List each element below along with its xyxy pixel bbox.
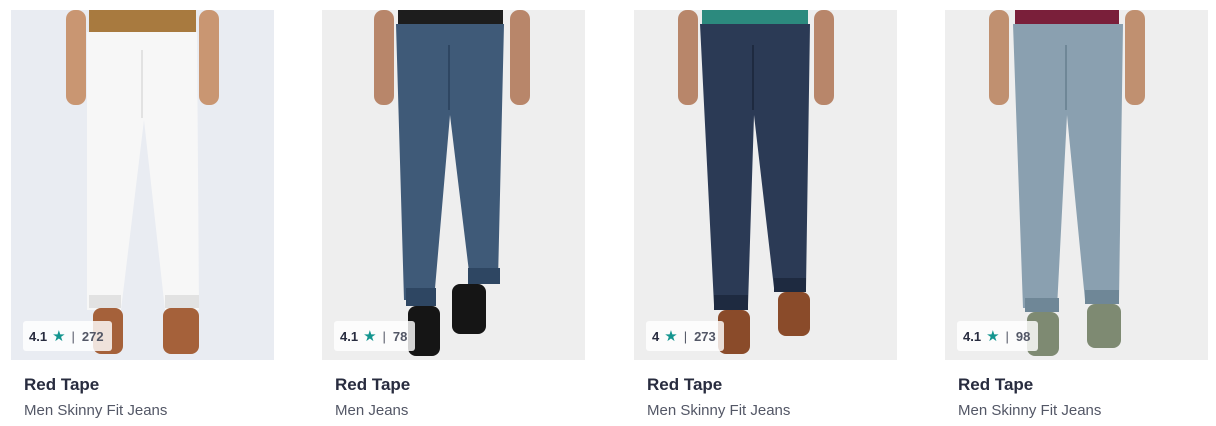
product-brand[interactable]: Red Tape (647, 375, 722, 395)
product-image[interactable] (322, 10, 585, 360)
rating-divider: | (1005, 328, 1009, 344)
jeans-image (945, 10, 1208, 360)
product-image[interactable] (634, 10, 897, 360)
product-name[interactable]: Men Skinny Fit Jeans (647, 402, 790, 419)
product-brand[interactable]: Red Tape (24, 375, 99, 395)
product-card[interactable]: 4 ★ | 273 Red Tape Men Skinny Fit Jeans (634, 10, 897, 426)
star-icon: ★ (986, 327, 1000, 345)
product-card[interactable]: 4.1 ★ | 98 Red Tape Men Skinny Fit Jeans (945, 10, 1208, 426)
rating-value: 4.1 (963, 328, 982, 344)
rating-count: 273 (694, 328, 716, 344)
product-name[interactable]: Men Jeans (335, 402, 408, 419)
product-card[interactable]: 4.1 ★ | 272 Red Tape Men Skinny Fit Jean… (11, 10, 274, 426)
rating-value: 4.1 (29, 328, 48, 344)
rating-badge: 4.1 ★ | 272 (23, 321, 112, 351)
rating-badge: 4 ★ | 273 (646, 321, 724, 351)
jeans-image (634, 10, 897, 360)
jeans-image (322, 10, 585, 360)
jeans-image (11, 10, 274, 360)
product-card[interactable]: 4.1 ★ | 78 Red Tape Men Jeans (322, 10, 585, 426)
rating-badge: 4.1 ★ | 78 (334, 321, 416, 351)
star-icon: ★ (363, 327, 377, 345)
rating-value: 4 (652, 328, 660, 344)
rating-count: 272 (81, 328, 104, 344)
rating-count: 98 (1015, 328, 1031, 344)
rating-divider: | (71, 328, 75, 344)
star-icon: ★ (52, 327, 66, 345)
product-image[interactable] (11, 10, 274, 360)
product-name[interactable]: Men Skinny Fit Jeans (24, 402, 167, 419)
product-name[interactable]: Men Skinny Fit Jeans (958, 402, 1101, 419)
product-image[interactable] (945, 10, 1208, 360)
rating-count: 78 (392, 328, 408, 344)
rating-value: 4.1 (340, 328, 359, 344)
rating-badge: 4.1 ★ | 98 (957, 321, 1039, 351)
rating-divider: | (683, 328, 688, 344)
star-icon: ★ (664, 327, 678, 345)
product-brand[interactable]: Red Tape (958, 375, 1033, 395)
rating-divider: | (382, 328, 386, 344)
product-brand[interactable]: Red Tape (335, 375, 410, 395)
